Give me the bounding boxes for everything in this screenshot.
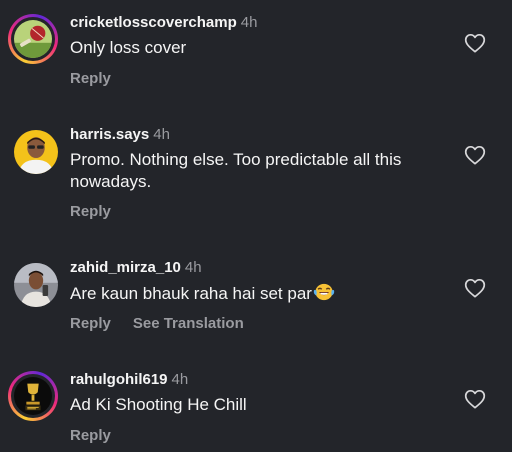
- username[interactable]: zahid_mirza_10: [70, 259, 181, 276]
- comment-header: zahid_mirza_10 4h: [70, 259, 202, 276]
- laughing-crying-emoji-icon: [313, 283, 335, 301]
- comment-item: cricketlosscoverchamp 4h Only loss cover …: [0, 14, 512, 94]
- reply-button[interactable]: Reply: [70, 203, 111, 220]
- cricket-ball-avatar-icon: [14, 20, 52, 58]
- username[interactable]: rahulgohil619: [70, 371, 168, 388]
- heart-outline-icon[interactable]: [464, 278, 486, 298]
- person-avatar-icon: [14, 130, 58, 174]
- comment-item: rahulgohil619 4h Ad Ki Shooting He Chill …: [0, 371, 512, 451]
- timestamp: 4h: [153, 126, 170, 143]
- timestamp: 4h: [184, 259, 202, 276]
- heart-outline-icon[interactable]: [464, 389, 486, 409]
- username[interactable]: harris.says: [70, 126, 149, 143]
- trophy-avatar-icon: [14, 377, 52, 415]
- see-translation-button[interactable]: See Translation: [133, 315, 244, 332]
- comment-actions: Reply: [70, 203, 111, 220]
- reply-button[interactable]: Reply: [70, 70, 111, 87]
- comment-text-content: Are kaun bhauk raha hai set par: [70, 284, 312, 303]
- comment-item: zahid_mirza_10 4h Are kaun bhauk raha hai…: [0, 259, 512, 339]
- comment-actions: Reply: [70, 70, 111, 87]
- timestamp: 4h: [171, 371, 189, 388]
- avatar[interactable]: [8, 14, 58, 64]
- timestamp: 4h: [240, 14, 258, 31]
- comment-header: cricketlosscoverchamp 4h: [70, 14, 257, 31]
- person-avatar-icon: [14, 263, 58, 307]
- avatar[interactable]: [8, 371, 58, 421]
- reply-button[interactable]: Reply: [70, 315, 111, 332]
- comment-text: Ad Ki Shooting He Chill: [70, 395, 247, 414]
- username[interactable]: cricketlosscoverchamp: [70, 14, 237, 31]
- comment-item: harris.says 4h Promo. Nothing else. Too p…: [0, 126, 512, 226]
- comment-header: harris.says 4h: [70, 126, 170, 143]
- comment-actions: Reply: [70, 427, 111, 444]
- avatar[interactable]: [14, 130, 58, 174]
- reply-button[interactable]: Reply: [70, 427, 111, 444]
- comment-text: Promo. Nothing else. Too predictable all…: [70, 150, 402, 191]
- comment-actions: Reply See Translation: [70, 315, 244, 332]
- comment-header: rahulgohil619 4h: [70, 371, 188, 388]
- avatar[interactable]: [14, 263, 58, 307]
- heart-outline-icon[interactable]: [464, 33, 486, 53]
- comment-text: Are kaun bhauk raha hai set par: [70, 282, 420, 305]
- heart-outline-icon[interactable]: [464, 145, 486, 165]
- comment-text: Only loss cover: [70, 38, 187, 57]
